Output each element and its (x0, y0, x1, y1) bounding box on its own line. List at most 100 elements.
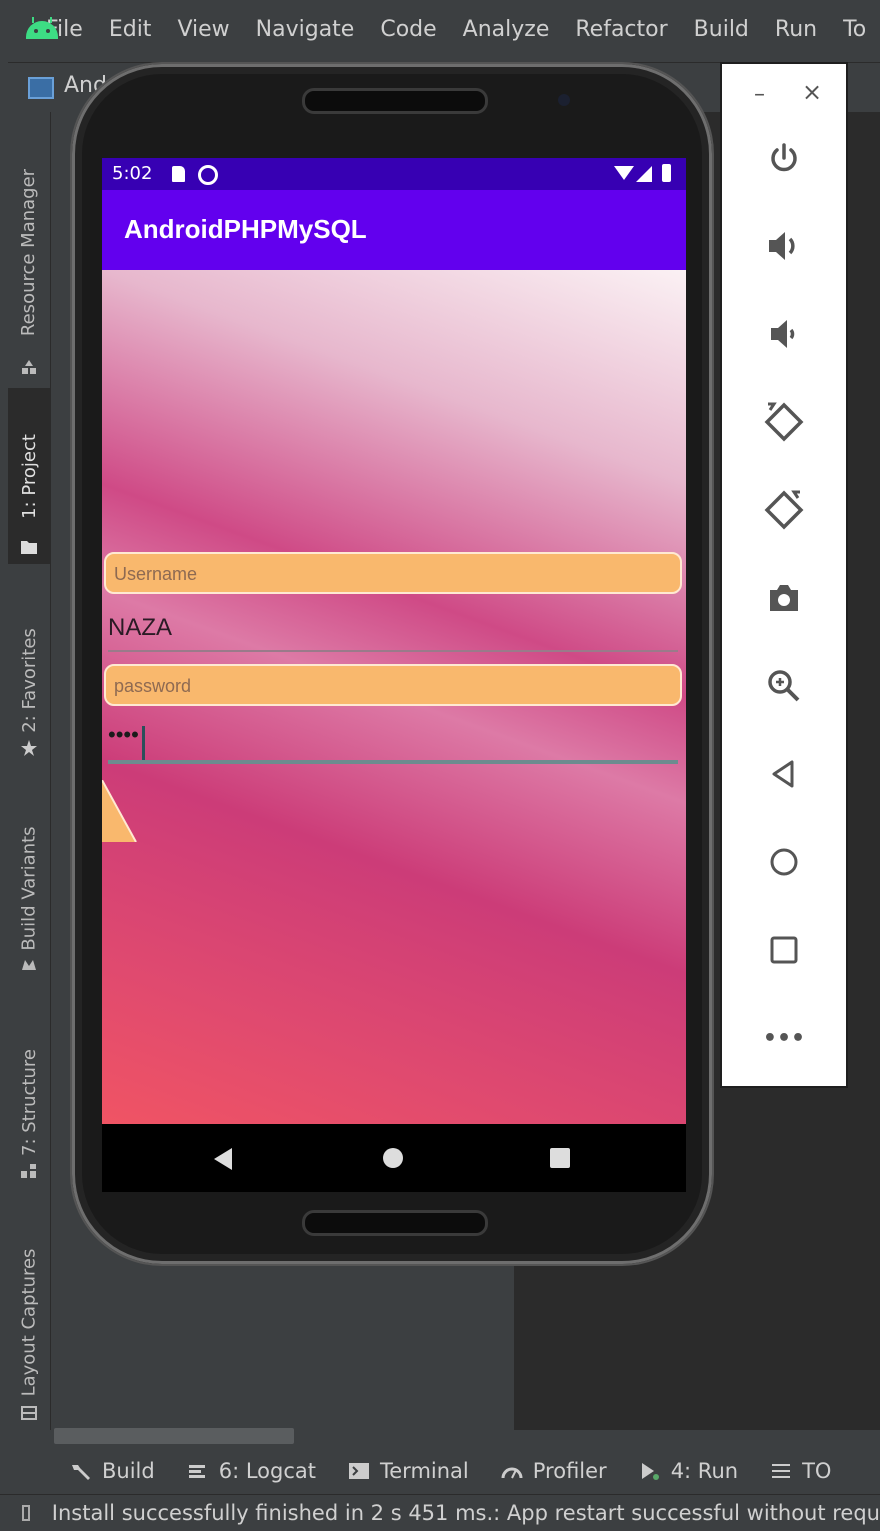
logcat-icon (188, 1465, 205, 1478)
password-label: password (114, 676, 192, 696)
front-camera (558, 94, 570, 106)
tab-resource-manager[interactable]: Resource Manager (8, 132, 50, 374)
username-input[interactable]: NAZA (108, 614, 678, 652)
tab-logcat[interactable]: 6: Logcat (187, 1459, 316, 1483)
structure-icon (21, 1164, 36, 1178)
signal-icon (636, 166, 652, 182)
tab-profiler[interactable]: Profiler (501, 1459, 607, 1483)
overview-button[interactable] (722, 920, 846, 980)
volume-up-icon (769, 232, 795, 260)
menu-build[interactable]: Build (694, 17, 749, 42)
resource-manager-icon (22, 360, 36, 374)
tab-resource-manager-label: Resource Manager (18, 168, 40, 336)
menu-tools[interactable]: To (843, 17, 866, 42)
nav-recents-icon[interactable] (550, 1148, 570, 1168)
menu-view[interactable]: View (177, 17, 229, 42)
folder-icon (21, 541, 37, 554)
menu-bar: File Edit View Navigate Code Analyze Ref… (0, 0, 880, 58)
status-message[interactable]: Install successfully finished in 2 s 451… (52, 1501, 880, 1525)
menu-analyze[interactable]: Analyze (463, 17, 550, 42)
password-label-box: password (104, 664, 682, 706)
password-input[interactable]: •••• (108, 722, 678, 764)
tab-logcat-label: 6: Logcat (218, 1459, 316, 1483)
login-form: Username NAZA password •••• (102, 270, 686, 1124)
rotate-left-button[interactable] (722, 392, 846, 452)
back-icon (772, 760, 794, 788)
tab-run[interactable]: 4: Run (639, 1459, 738, 1483)
tab-todo-label: TO (802, 1459, 832, 1483)
tab-profiler-label: Profiler (532, 1459, 607, 1483)
emulator-controls-panel: – × ••• (720, 62, 848, 1088)
tab-build-label: Build (102, 1459, 155, 1483)
tab-project-label: 1: Project (18, 433, 40, 519)
device-screen: 5:02 AndroidPHPMySQL Username NAZA passw… (102, 158, 686, 1192)
run-icon (641, 1463, 659, 1480)
tab-build[interactable]: Build (70, 1459, 155, 1483)
menu-run[interactable]: Run (775, 17, 817, 42)
terminal-icon (349, 1463, 369, 1479)
emulator-minimize-button[interactable]: – (754, 82, 765, 107)
power-icon (771, 143, 797, 172)
tab-structure-label: 7: Structure (18, 1048, 40, 1156)
profiler-icon (501, 1467, 523, 1479)
camera-icon (770, 585, 798, 611)
left-tool-strip: Resource Manager 1: Project 2: Favorites… (8, 112, 51, 1430)
menu-refactor[interactable]: Refactor (575, 17, 667, 42)
sync-icon (198, 165, 218, 185)
layout-captures-icon (21, 1406, 37, 1420)
overview-icon (770, 936, 798, 964)
tab-terminal[interactable]: Terminal (348, 1459, 469, 1483)
more-button[interactable]: ••• (722, 1008, 846, 1068)
android-status-bar: 5:02 (102, 158, 686, 190)
power-button[interactable] (722, 128, 846, 188)
volume-up-button[interactable] (722, 216, 846, 276)
back-button[interactable] (722, 744, 846, 804)
sd-card-icon (172, 166, 185, 182)
tab-favorites[interactable]: 2: Favorites (8, 600, 50, 760)
screenshot-button[interactable] (722, 568, 846, 628)
horizontal-scrollbar[interactable] (54, 1428, 294, 1444)
menu-navigate[interactable]: Navigate (256, 17, 355, 42)
tab-structure[interactable]: 7: Structure (8, 1022, 50, 1182)
emulator-close-button[interactable]: × (802, 78, 822, 106)
status-time: 5:02 (112, 163, 153, 184)
wifi-icon (614, 166, 634, 180)
tab-build-variants[interactable]: Build Variants (8, 798, 50, 978)
zoom-in-icon (768, 670, 800, 702)
username-value: NAZA (108, 614, 173, 641)
tab-run-label: 4: Run (670, 1459, 739, 1483)
tab-favorites-label: 2: Favorites (18, 627, 40, 733)
app-bar: AndroidPHPMySQL (102, 190, 686, 270)
nav-back-icon[interactable] (214, 1148, 232, 1170)
tab-layout-captures[interactable]: Layout Captures (8, 1222, 50, 1422)
battery-icon (662, 164, 671, 182)
app-title: AndroidPHPMySQL (124, 214, 367, 244)
zoom-button[interactable] (722, 656, 846, 716)
username-label: Username (114, 564, 198, 584)
text-cursor (142, 726, 145, 760)
hammer-icon (72, 1465, 90, 1480)
build-variants-icon (22, 960, 36, 970)
volume-down-button[interactable] (722, 304, 846, 364)
home-button[interactable] (722, 832, 846, 892)
todo-icon (772, 1464, 791, 1478)
volume-down-icon (771, 320, 795, 348)
nav-home-icon[interactable] (383, 1148, 403, 1168)
status-toggle-icon[interactable] (22, 1505, 30, 1521)
top-speaker (302, 88, 488, 114)
star-icon (21, 740, 37, 756)
rotate-right-button[interactable] (722, 480, 846, 540)
emulator-device-frame: 5:02 AndroidPHPMySQL Username NAZA passw… (72, 64, 712, 1264)
bottom-tool-tabs: Build 6: Logcat Terminal Profiler 4: Run… (0, 1448, 880, 1494)
menu-edit[interactable]: Edit (109, 17, 152, 42)
rotate-left-icon (764, 402, 804, 442)
menu-code[interactable]: Code (380, 17, 436, 42)
bottom-speaker (302, 1210, 488, 1236)
status-bar: Install successfully finished in 2 s 451… (0, 1494, 880, 1531)
tab-terminal-label: Terminal (380, 1459, 469, 1483)
login-button-edge (102, 780, 137, 842)
rotate-right-icon (764, 490, 804, 530)
tab-todo[interactable]: TO (770, 1459, 831, 1483)
tab-project[interactable]: 1: Project (8, 388, 50, 564)
password-value: •••• (108, 722, 139, 747)
